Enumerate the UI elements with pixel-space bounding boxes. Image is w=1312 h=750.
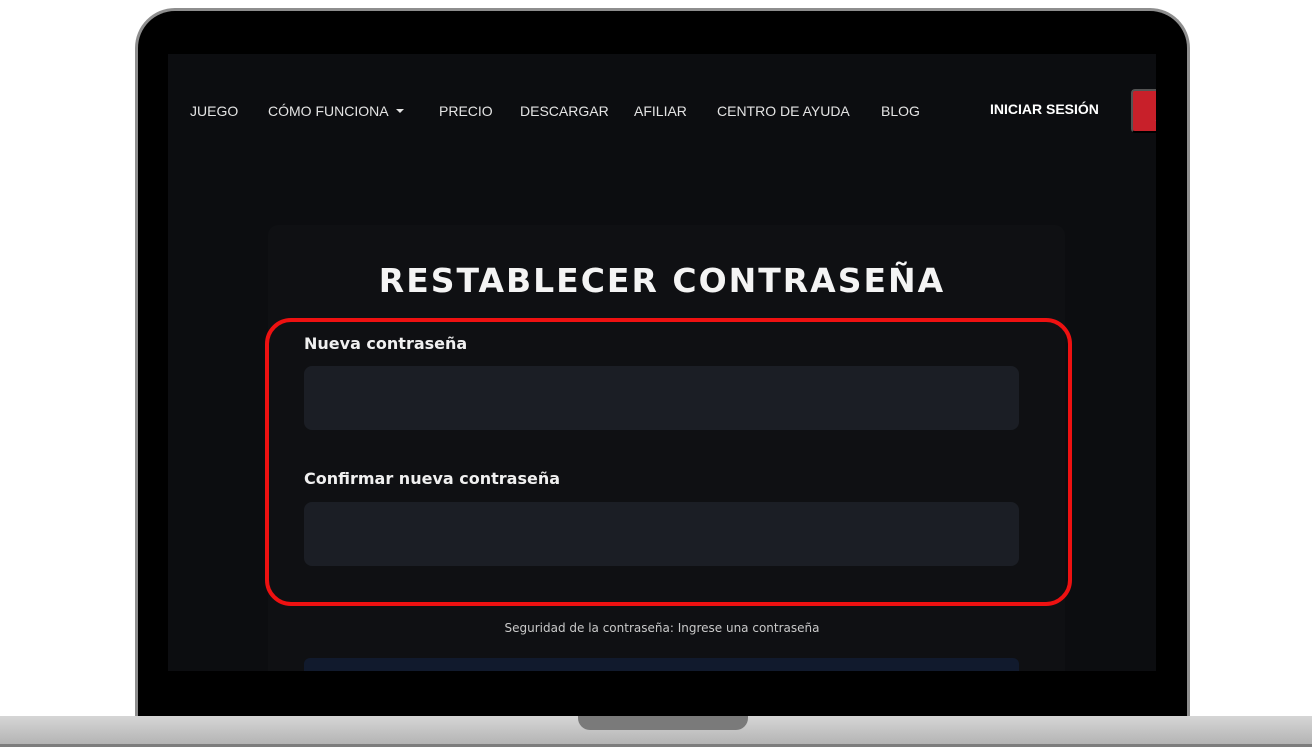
page-title: RESTABLECER CONTRASEÑA [378, 261, 946, 300]
nav-item-precio[interactable]: PRECIO [439, 103, 493, 119]
nav-item-afiliar[interactable]: AFILIAR [634, 103, 687, 119]
highlight-outline [265, 318, 1072, 606]
nav-item-centro-de-ayuda[interactable]: CENTRO DE AYUDA [717, 103, 850, 119]
submit-button[interactable] [304, 658, 1019, 671]
password-strength-text: Seguridad de la contraseña: Ingrese una … [504, 621, 820, 635]
nav-item-descargar[interactable]: DESCARGAR [520, 103, 609, 119]
nav-item-juego[interactable]: JUEGO [190, 103, 238, 119]
signup-button[interactable]: S [1131, 89, 1156, 133]
login-link[interactable]: INICIAR SESIÓN [990, 101, 1099, 117]
top-navbar: JUEGO CÓMO FUNCIONA PRECIO DESCARGAR AFI… [168, 54, 1156, 174]
nav-item-como-funciona[interactable]: CÓMO FUNCIONA [268, 103, 404, 119]
nav-item-label: CÓMO FUNCIONA [268, 103, 389, 119]
nav-item-blog[interactable]: BLOG [881, 103, 920, 119]
laptop-notch [578, 716, 748, 730]
caret-down-icon [395, 109, 404, 113]
